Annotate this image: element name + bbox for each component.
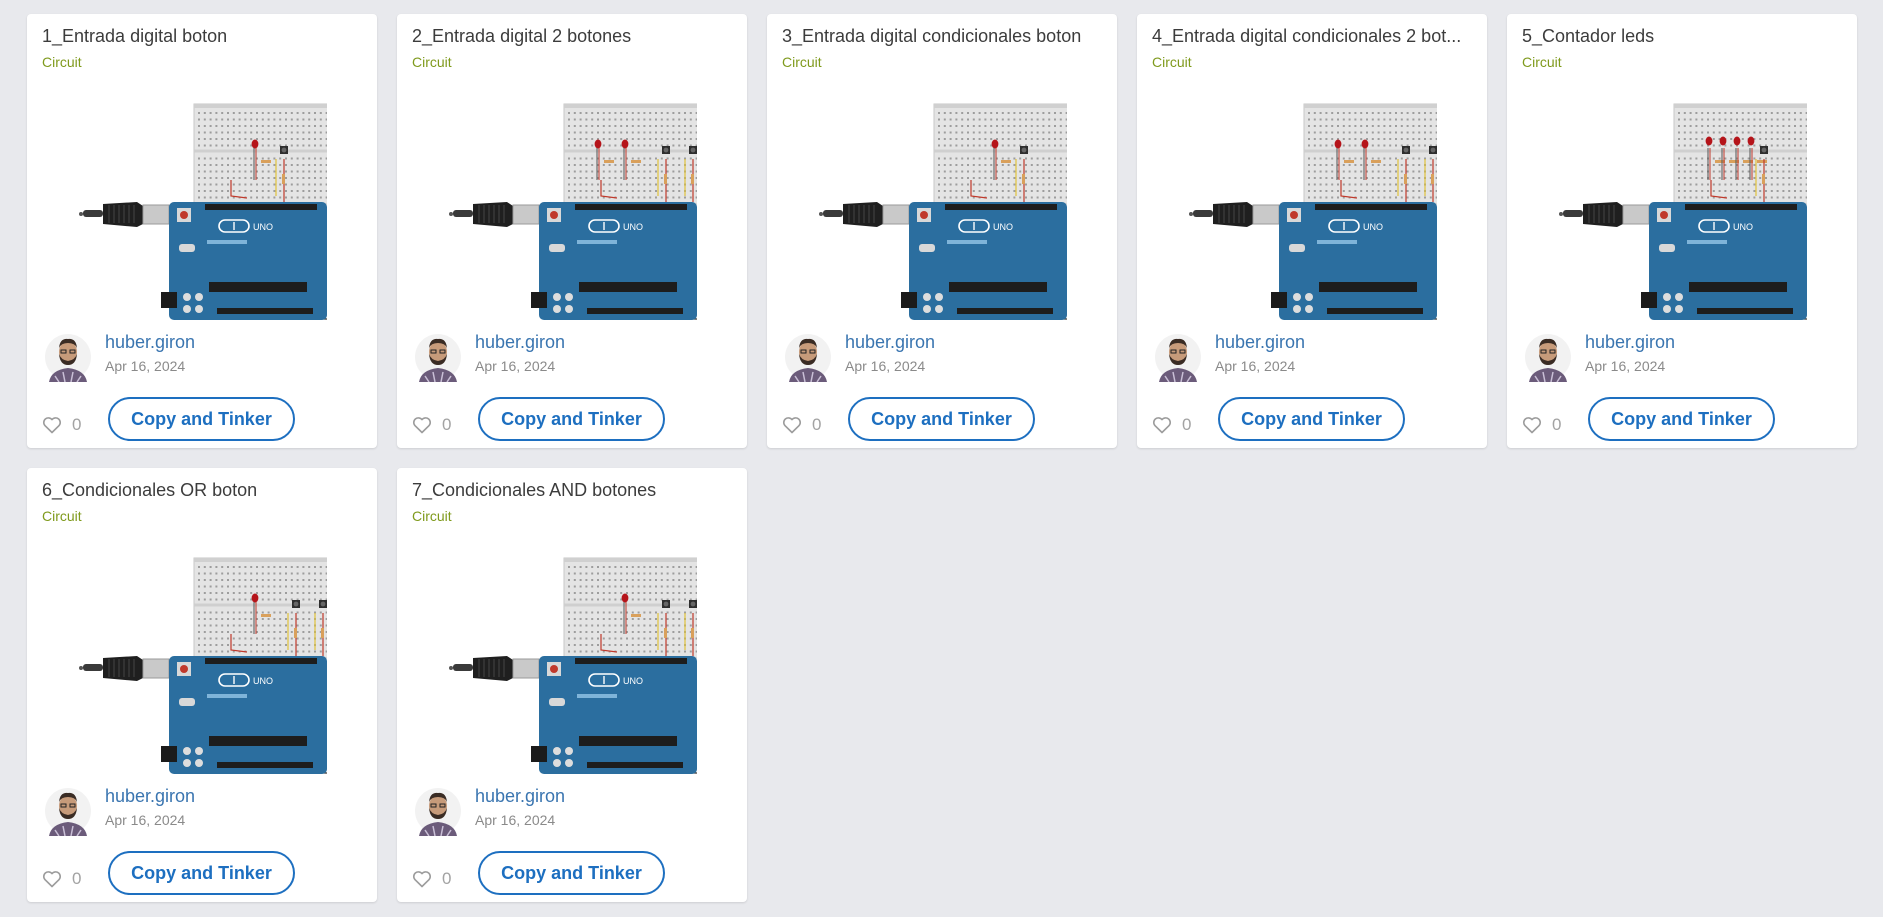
like-count: 0 <box>812 415 822 434</box>
circuit-thumbnail[interactable]: UNO <box>447 538 720 778</box>
heart-icon[interactable] <box>412 416 432 434</box>
svg-text:UNO: UNO <box>993 222 1013 232</box>
copy-and-tinker-button[interactable]: Copy and Tinker <box>108 851 295 895</box>
circuit-thumbnail[interactable]: UNO <box>447 84 720 324</box>
author-link[interactable]: huber.giron <box>475 785 565 807</box>
project-title[interactable]: 2_Entrada digital 2 botones <box>412 24 734 48</box>
like-count: 0 <box>442 869 452 888</box>
svg-text:UNO: UNO <box>253 676 273 686</box>
project-type-label: Circuit <box>782 54 822 70</box>
circuit-thumbnail[interactable]: UNO <box>77 538 350 778</box>
project-card[interactable]: 2_Entrada digital 2 botones Circuit UNO … <box>397 14 747 448</box>
like-control[interactable]: 0 <box>42 415 81 435</box>
project-card[interactable]: 6_Condicionales OR boton Circuit UNO hub… <box>27 468 377 902</box>
heart-icon[interactable] <box>1522 416 1542 434</box>
like-control[interactable]: 0 <box>782 415 821 435</box>
project-title[interactable]: 5_Contador leds <box>1522 24 1844 48</box>
copy-and-tinker-button[interactable]: Copy and Tinker <box>478 851 665 895</box>
project-title[interactable]: 1_Entrada digital boton <box>42 24 364 48</box>
circuit-thumbnail[interactable]: UNO <box>817 84 1090 324</box>
project-type-label: Circuit <box>1522 54 1562 70</box>
like-control[interactable]: 0 <box>1522 415 1561 435</box>
svg-text:UNO: UNO <box>253 222 273 232</box>
project-type-label: Circuit <box>42 54 82 70</box>
author-link[interactable]: huber.giron <box>1215 331 1305 353</box>
svg-text:UNO: UNO <box>1363 222 1383 232</box>
like-control[interactable]: 0 <box>42 869 81 889</box>
project-date: Apr 16, 2024 <box>105 812 186 828</box>
author-avatar[interactable] <box>415 786 461 837</box>
heart-icon[interactable] <box>42 870 62 888</box>
heart-icon[interactable] <box>1152 416 1172 434</box>
author-avatar[interactable] <box>1525 332 1571 383</box>
project-type-label: Circuit <box>412 54 452 70</box>
like-control[interactable]: 0 <box>412 415 451 435</box>
copy-and-tinker-button[interactable]: Copy and Tinker <box>1588 397 1775 441</box>
like-count: 0 <box>442 415 452 434</box>
project-card[interactable]: 3_Entrada digital condicionales boton Ci… <box>767 14 1117 448</box>
author-avatar[interactable] <box>45 332 91 383</box>
copy-and-tinker-button[interactable]: Copy and Tinker <box>478 397 665 441</box>
project-title[interactable]: 7_Condicionales AND botones <box>412 478 734 502</box>
project-card[interactable]: 4_Entrada digital condicionales 2 bot...… <box>1137 14 1487 448</box>
like-control[interactable]: 0 <box>412 869 451 889</box>
project-date: Apr 16, 2024 <box>1215 358 1296 374</box>
author-avatar[interactable] <box>415 332 461 383</box>
like-count: 0 <box>72 869 82 888</box>
author-link[interactable]: huber.giron <box>475 331 565 353</box>
project-date: Apr 16, 2024 <box>845 358 926 374</box>
project-title[interactable]: 6_Condicionales OR boton <box>42 478 364 502</box>
like-control[interactable]: 0 <box>1152 415 1191 435</box>
project-date: Apr 16, 2024 <box>475 812 556 828</box>
project-date: Apr 16, 2024 <box>1585 358 1666 374</box>
like-count: 0 <box>72 415 82 434</box>
copy-and-tinker-button[interactable]: Copy and Tinker <box>848 397 1035 441</box>
copy-and-tinker-button[interactable]: Copy and Tinker <box>1218 397 1405 441</box>
project-card[interactable]: 5_Contador leds Circuit UNO huber.giron … <box>1507 14 1857 448</box>
circuit-thumbnail[interactable]: UNO <box>1187 84 1460 324</box>
project-date: Apr 16, 2024 <box>105 358 186 374</box>
like-count: 0 <box>1182 415 1192 434</box>
copy-and-tinker-button[interactable]: Copy and Tinker <box>108 397 295 441</box>
svg-text:UNO: UNO <box>623 222 643 232</box>
project-card[interactable]: 1_Entrada digital boton Circuit UNO hube… <box>27 14 377 448</box>
project-title[interactable]: 3_Entrada digital condicionales boton <box>782 24 1104 48</box>
heart-icon[interactable] <box>412 870 432 888</box>
author-link[interactable]: huber.giron <box>105 785 195 807</box>
author-link[interactable]: huber.giron <box>1585 331 1675 353</box>
svg-text:UNO: UNO <box>1733 222 1753 232</box>
project-card[interactable]: 7_Condicionales AND botones Circuit UNO … <box>397 468 747 902</box>
author-link[interactable]: huber.giron <box>845 331 935 353</box>
project-date: Apr 16, 2024 <box>475 358 556 374</box>
author-avatar[interactable] <box>45 786 91 837</box>
project-title[interactable]: 4_Entrada digital condicionales 2 bot... <box>1152 24 1474 48</box>
circuit-thumbnail[interactable]: UNO <box>77 84 350 324</box>
author-avatar[interactable] <box>1155 332 1201 383</box>
circuit-thumbnail[interactable]: UNO <box>1557 84 1830 324</box>
heart-icon[interactable] <box>42 416 62 434</box>
author-avatar[interactable] <box>785 332 831 383</box>
author-link[interactable]: huber.giron <box>105 331 195 353</box>
project-type-label: Circuit <box>1152 54 1192 70</box>
heart-icon[interactable] <box>782 416 802 434</box>
like-count: 0 <box>1552 415 1562 434</box>
svg-text:UNO: UNO <box>623 676 643 686</box>
project-grid: 1_Entrada digital boton Circuit UNO hube… <box>0 0 1883 917</box>
project-type-label: Circuit <box>42 508 82 524</box>
project-type-label: Circuit <box>412 508 452 524</box>
